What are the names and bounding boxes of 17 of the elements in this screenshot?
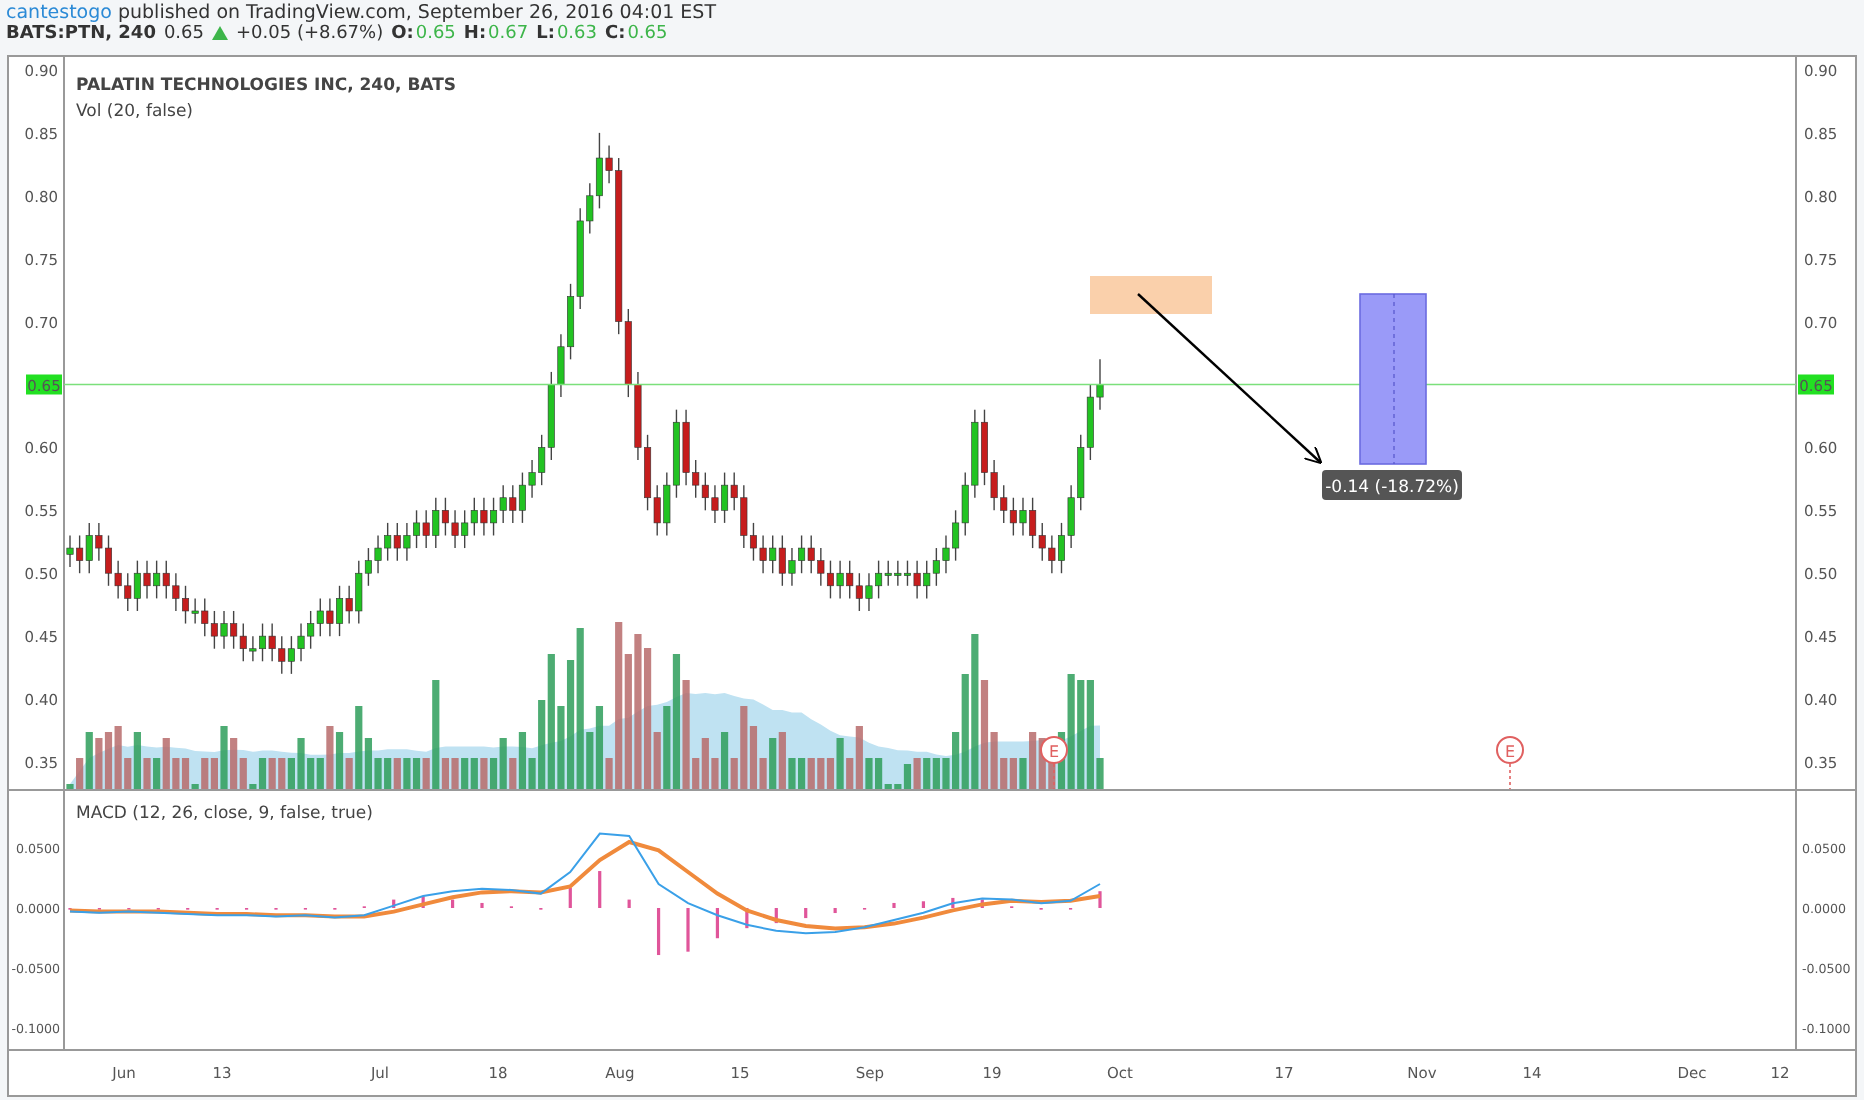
- ohlc-value: 0.67: [488, 23, 529, 43]
- macd-title: MACD (12, 26, close, 9, false, true): [76, 804, 373, 824]
- ohlc-label: O:: [391, 23, 414, 43]
- ohlc-value: 0.65: [415, 23, 456, 43]
- author-link[interactable]: cantestogo: [6, 1, 112, 23]
- published-text: published on TradingView.com, September 26, 2016 04:01 EST: [117, 1, 717, 23]
- ohlc-label: L:: [536, 23, 555, 43]
- price-change: +0.05 (+8.67%): [236, 23, 384, 43]
- ohlc-label: C:: [604, 23, 626, 43]
- symbol-label: BATS:PTN, 240: [6, 23, 156, 43]
- chart-title: PALATIN TECHNOLOGIES INC, 240, BATS: [76, 76, 457, 96]
- ohlc-value: 0.65: [627, 23, 668, 43]
- ohlc-label: H:: [463, 23, 487, 43]
- volume-label: Vol (20, false): [76, 102, 193, 122]
- ohlc-value: 0.63: [556, 23, 597, 43]
- last-price: 0.65: [163, 23, 204, 43]
- measure-label: -0.14 (-18.72%): [1322, 470, 1462, 500]
